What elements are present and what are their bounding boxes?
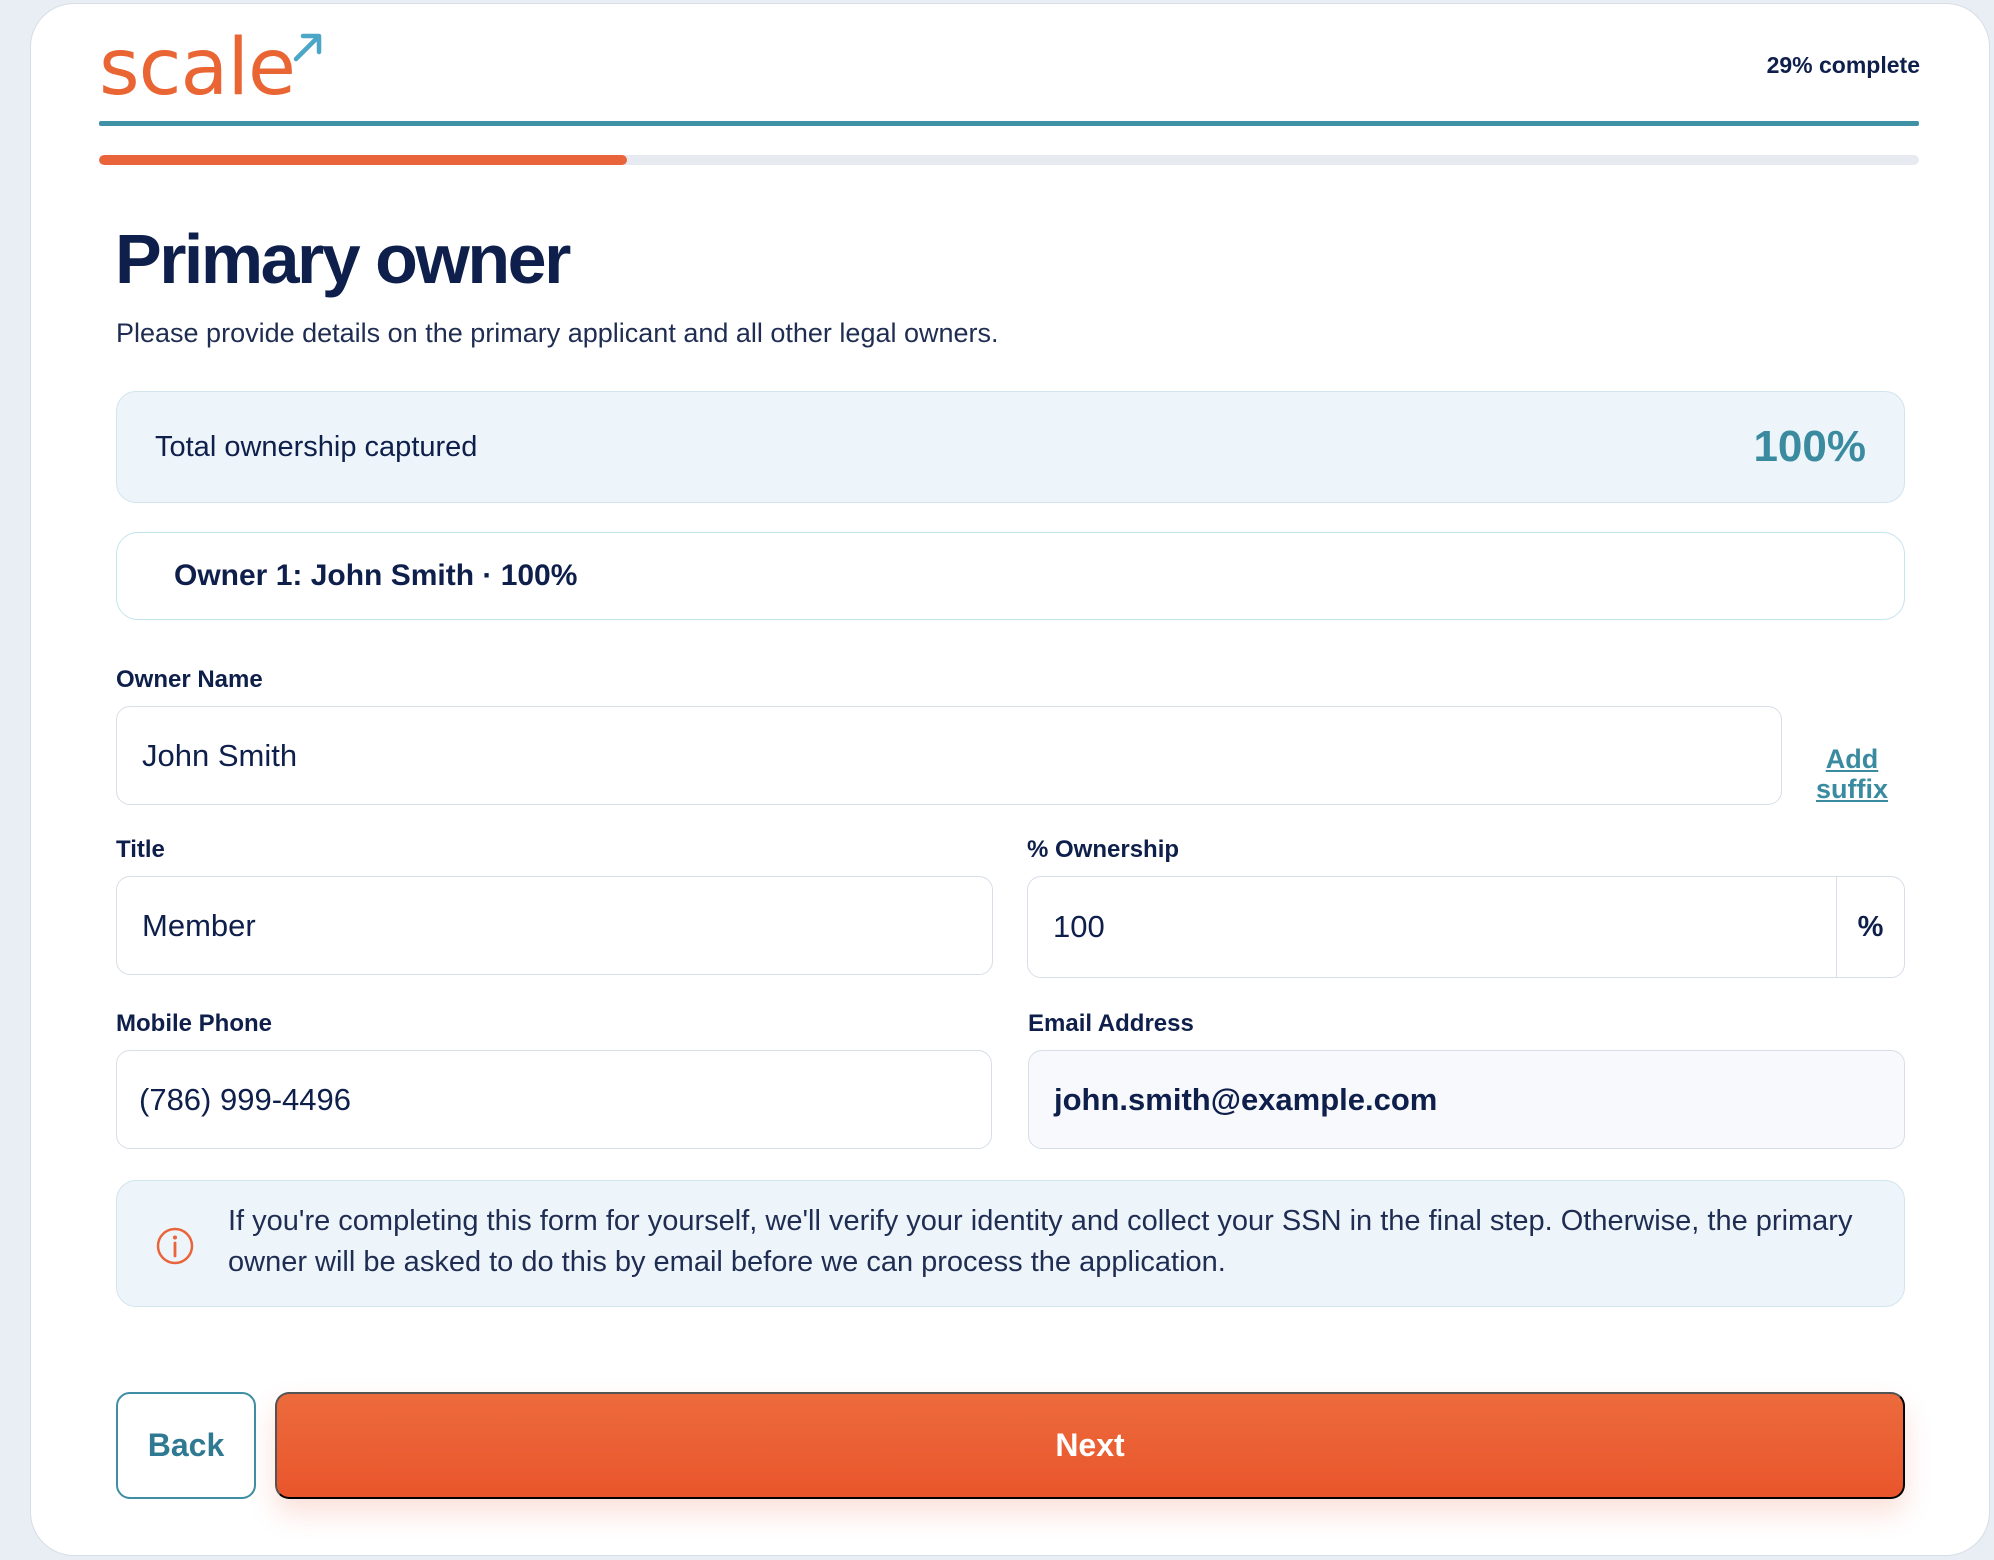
owner-name-value: John Smith	[142, 737, 298, 773]
page-title: Primary owner	[115, 220, 571, 298]
email-input[interactable]: john.smith@example.com	[1028, 1050, 1905, 1149]
ownership-summary-label: Total ownership captured	[155, 430, 478, 463]
mobile-phone-label: Mobile Phone	[116, 1010, 272, 1037]
progress-bar	[99, 155, 1919, 165]
scale-logo: scale	[99, 23, 322, 113]
ownership-summary-value: 100%	[1753, 422, 1866, 471]
back-button[interactable]: Back	[116, 1392, 256, 1499]
email-value: john.smith@example.com	[1054, 1081, 1438, 1117]
ownership-value: 100	[1053, 909, 1105, 944]
application-card: scale 29% complete Primary owner Please …	[30, 3, 1990, 1556]
owner-card-label: Owner 1: John Smith · 100%	[174, 559, 578, 592]
owner-name-input[interactable]: John Smith	[116, 706, 1782, 805]
header-divider	[99, 121, 1919, 126]
next-button[interactable]: Next	[275, 1392, 1905, 1499]
ownership-label: % Ownership	[1027, 836, 1180, 863]
title-value: Member	[142, 907, 256, 943]
mobile-phone-value: (786) 999-4496	[139, 1081, 351, 1117]
owner-card[interactable]: Owner 1: John Smith · 100%	[116, 532, 1905, 620]
progress-bar-fill	[99, 155, 627, 165]
mobile-phone-input[interactable]: (786) 999-4496	[116, 1050, 992, 1149]
ssn-info-notice: If you're completing this form for yours…	[116, 1180, 1905, 1307]
logo-text: scale	[99, 23, 296, 113]
owner-name-label: Owner Name	[116, 666, 263, 693]
page-subtitle: Please provide details on the primary ap…	[116, 318, 999, 348]
add-suffix-link[interactable]: Add suffix	[1806, 744, 1898, 804]
email-label: Email Address	[1028, 1010, 1194, 1037]
ownership-input[interactable]: 100 %	[1027, 876, 1905, 978]
info-circle-icon	[156, 1227, 194, 1265]
progress-label: 29% complete	[1766, 52, 1920, 78]
title-input[interactable]: Member	[116, 876, 993, 975]
arrow-up-right-icon	[293, 33, 322, 62]
ownership-summary: Total ownership captured 100%	[116, 391, 1905, 503]
percent-addon: %	[1836, 877, 1904, 977]
info-text: If you're completing this form for yours…	[228, 1205, 1853, 1278]
title-label: Title	[116, 836, 165, 863]
